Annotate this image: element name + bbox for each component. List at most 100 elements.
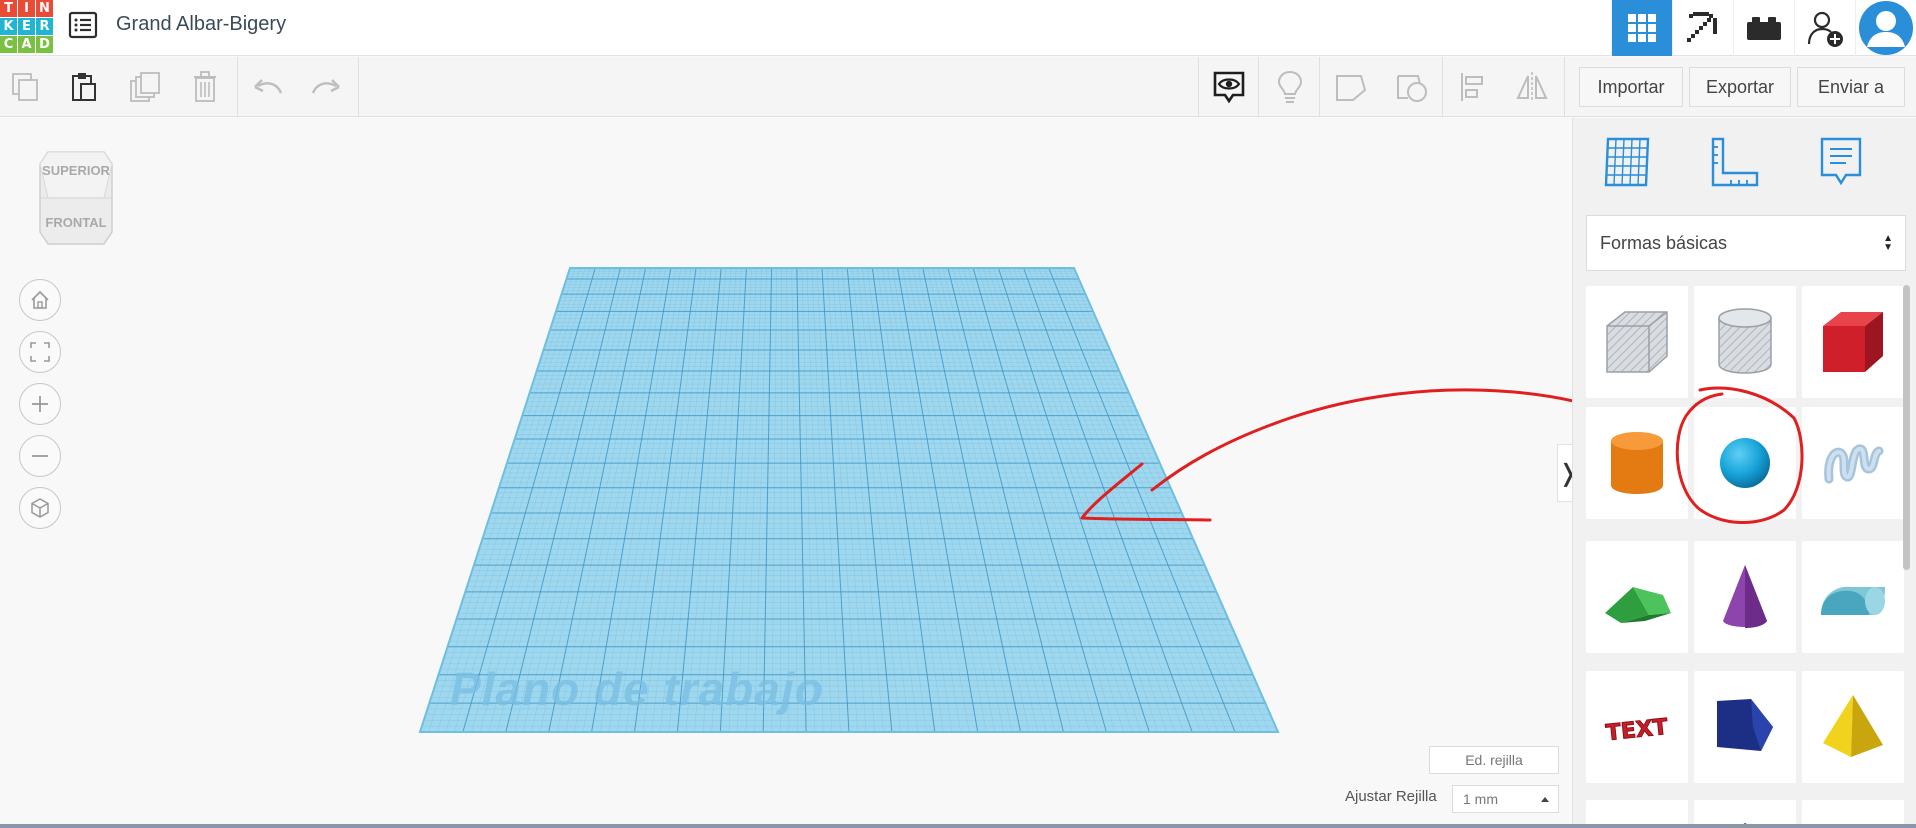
logo-letter: A: [18, 36, 35, 53]
logo-letter: E: [18, 18, 35, 35]
logo-letter: C: [0, 36, 17, 53]
duplicate-icon: [130, 72, 160, 102]
notes-tool-button[interactable]: [1806, 132, 1876, 192]
tinkercad-logo[interactable]: T I N K E R C A D: [0, 0, 53, 53]
shape-tile-pyramid[interactable]: [1802, 671, 1904, 783]
toolbar-divider: [358, 57, 359, 117]
cone-shape-icon: [1723, 565, 1767, 628]
ungroup-icon: [1397, 75, 1427, 102]
invite-user-icon: [1807, 11, 1843, 47]
align-button[interactable]: [1453, 67, 1493, 107]
toolbar-divider: [1319, 57, 1320, 117]
lightbulb-button[interactable]: [1270, 67, 1310, 107]
scribble-shape-icon: [1824, 444, 1884, 484]
shape-tile-text[interactable]: TEXT: [1586, 671, 1688, 783]
delete-button[interactable]: [185, 67, 225, 107]
user-account-button[interactable]: [1855, 0, 1916, 56]
box-shape-icon: [1823, 312, 1883, 372]
edit-toolbar: Importar Exportar Enviar a: [0, 57, 1916, 117]
import-button[interactable]: Importar: [1579, 67, 1683, 107]
window-bottom-edge: [0, 824, 1916, 828]
user-avatar-icon: [1859, 1, 1913, 55]
ruler-tool-button[interactable]: [1699, 132, 1769, 192]
edit-grid-button[interactable]: Ed. rejilla: [1429, 746, 1559, 774]
blocks-view-button[interactable]: [1672, 0, 1733, 56]
send-to-button[interactable]: Enviar a: [1797, 67, 1905, 107]
shape-tile-cone[interactable]: [1694, 541, 1796, 653]
note-icon: [1820, 137, 1862, 186]
design-list-button[interactable]: [68, 11, 98, 39]
bricks-view-button[interactable]: [1733, 0, 1794, 56]
logo-letter: N: [36, 0, 53, 17]
redo-icon: [311, 79, 340, 94]
bricks-icon: [1747, 17, 1781, 40]
align-icon: [1461, 73, 1483, 101]
shape-tile-box[interactable]: [1802, 286, 1904, 398]
trash-icon: [194, 71, 216, 102]
toolbar-divider: [1442, 57, 1443, 117]
toolbar-divider: [237, 57, 238, 117]
header-actions: [1611, 0, 1916, 56]
roof-shape-icon: [1605, 587, 1671, 623]
logo-letter: R: [36, 18, 53, 35]
export-button[interactable]: Exportar: [1689, 67, 1791, 107]
svg-text:TEXT: TEXT: [1605, 715, 1669, 746]
cylinder-hole-shape-icon: [1718, 308, 1772, 374]
notes-visibility-button[interactable]: [1209, 67, 1249, 107]
eye-speech-bubble-icon: [1213, 71, 1245, 104]
3d-viewport[interactable]: SUPERIOR FRONTAL Plano de trabajo Ed. re…: [0, 118, 1572, 828]
ruler-icon: [1711, 137, 1759, 187]
undo-icon: [254, 79, 283, 94]
group-button[interactable]: [1331, 67, 1371, 107]
shape-tile-sphere[interactable]: [1694, 407, 1796, 519]
snap-grid-label: Ajustar Rejilla: [1345, 788, 1437, 805]
pickaxe-icon: [1687, 12, 1717, 42]
logo-letter: I: [18, 0, 35, 17]
shape-tile-wedge[interactable]: [1694, 671, 1796, 783]
redo-button[interactable]: [306, 67, 346, 107]
invite-user-button[interactable]: [1794, 0, 1855, 56]
copy-button[interactable]: [6, 67, 46, 107]
logo-letter: K: [0, 18, 17, 35]
sphere-shape-icon: [1720, 438, 1770, 488]
paste-button[interactable]: [64, 67, 104, 107]
paste-icon: [72, 73, 96, 101]
shape-tile-round-roof[interactable]: [1802, 541, 1904, 653]
round-roof-shape-icon: [1821, 586, 1885, 615]
workplane-icon: [1604, 137, 1650, 187]
workplane-tool-button[interactable]: [1592, 132, 1662, 192]
shape-tile-cylinder[interactable]: [1586, 407, 1688, 519]
shapes-panel: Formas básicas ▲ ▼ TEXT: [1572, 118, 1916, 828]
shape-tile-cylinder-hole[interactable]: [1694, 286, 1796, 398]
shape-tile-roof[interactable]: [1586, 541, 1688, 653]
snap-grid-value: 1 mm: [1463, 791, 1498, 807]
shape-tile-scribble[interactable]: [1802, 407, 1904, 519]
duplicate-button[interactable]: [125, 67, 165, 107]
shape-category-value: Formas básicas: [1600, 232, 1728, 253]
snap-grid-select[interactable]: 1 mm: [1452, 785, 1559, 813]
mirror-icon: [1516, 72, 1548, 102]
list-icon: [68, 11, 98, 39]
toolbar-divider: [1258, 57, 1259, 117]
cylinder-shape-icon: [1611, 432, 1663, 494]
logo-letter: T: [0, 0, 17, 17]
panel-collapse-button[interactable]: ❭: [1557, 444, 1572, 502]
shape-tile-box-hole[interactable]: [1586, 286, 1688, 398]
ungroup-button[interactable]: [1392, 67, 1432, 107]
lightbulb-icon: [1277, 70, 1303, 103]
shape-category-select[interactable]: Formas básicas ▲ ▼: [1586, 215, 1906, 271]
mirror-button[interactable]: [1512, 67, 1552, 107]
copy-icon: [12, 73, 38, 101]
3d-design-view-button[interactable]: [1611, 0, 1672, 56]
panel-scrollbar[interactable]: [1903, 285, 1910, 570]
undo-button[interactable]: [248, 67, 288, 107]
wedge-shape-icon: [1717, 699, 1773, 751]
logo-letter: D: [36, 36, 53, 53]
design-title[interactable]: Grand Albar-Bigery: [116, 13, 286, 36]
toolbar-divider: [1564, 57, 1565, 117]
text-shape-icon: TEXT: [1604, 714, 1669, 746]
caret-up-icon: [1541, 797, 1549, 802]
group-icon: [1336, 75, 1367, 101]
annotation-arrow: [1080, 388, 1572, 522]
box-hole-shape-icon: [1606, 311, 1668, 373]
